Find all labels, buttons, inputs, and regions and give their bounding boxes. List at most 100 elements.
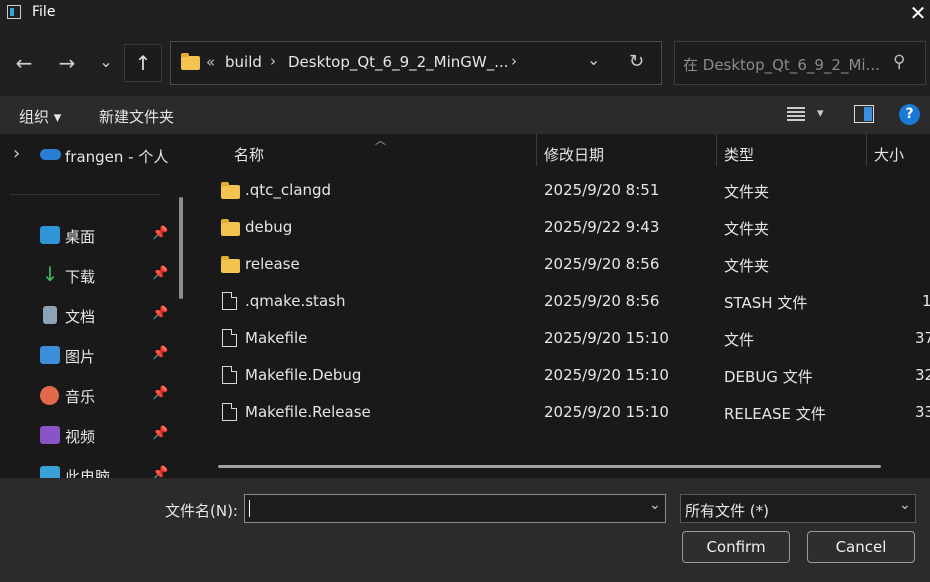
breadcrumb-overflow[interactable]: «: [206, 53, 215, 71]
column-separator[interactable]: [716, 134, 717, 166]
file-type: RELEASE 文件: [724, 405, 826, 423]
recent-locations-icon[interactable]: ⌄: [92, 48, 120, 76]
column-separator[interactable]: [536, 134, 537, 166]
sidebar-item-downloads[interactable]: ↓ 下载 📌: [40, 264, 180, 286]
desktop-icon: [40, 226, 60, 244]
video-icon: [40, 426, 60, 444]
file-name: .qmake.stash: [245, 292, 346, 310]
filename-input[interactable]: [244, 494, 666, 523]
pin-icon[interactable]: 📌: [152, 306, 168, 321]
column-header-name[interactable]: 名称: [234, 144, 264, 165]
file-type: STASH 文件: [724, 294, 808, 312]
sort-ascending-icon: ︿: [375, 134, 386, 147]
sidebar-item-desktop[interactable]: 桌面 📌: [40, 224, 180, 246]
back-icon[interactable]: ←: [10, 49, 38, 77]
sidebar-scrollbar[interactable]: [179, 197, 183, 299]
onedrive-cloud-icon: [40, 149, 61, 160]
computer-icon: [40, 466, 60, 478]
horizontal-scrollbar[interactable]: [218, 465, 881, 468]
expand-chevron-icon[interactable]: ›: [13, 143, 20, 164]
file-size: 37: [915, 329, 930, 347]
breadcrumb-separator-end[interactable]: ›: [511, 52, 517, 70]
breadcrumb-current[interactable]: Desktop_Qt_6_9_2_MinGW_...: [288, 53, 509, 71]
file-icon: [222, 329, 237, 347]
pin-icon[interactable]: 📌: [152, 466, 168, 478]
folder-icon: [181, 53, 200, 70]
file-modified: 2025/9/20 15:10: [544, 403, 669, 421]
view-menu-dropdown-icon[interactable]: ▾: [817, 106, 824, 121]
music-icon: [40, 386, 59, 405]
file-row[interactable]: Makefile 2025/9/20 15:10 文件 37: [195, 320, 930, 357]
sidebar-item-onedrive[interactable]: frangen - 个人: [65, 146, 168, 167]
help-icon[interactable]: ?: [899, 104, 920, 125]
folder-icon: [221, 219, 240, 236]
column-header-type[interactable]: 类型: [724, 144, 754, 165]
file-name: Makefile: [245, 329, 308, 347]
file-type: 文件: [724, 331, 755, 349]
folder-icon: [221, 256, 240, 273]
sidebar-item-label: 音乐: [65, 388, 96, 406]
file-row[interactable]: Makefile.Debug 2025/9/20 15:10 DEBUG 文件 …: [195, 357, 930, 394]
refresh-icon[interactable]: ↻: [629, 51, 644, 72]
sidebar-item-videos[interactable]: 视频 📌: [40, 424, 180, 446]
file-row[interactable]: .qmake.stash 2025/9/20 8:56 STASH 文件 1: [195, 283, 930, 320]
pictures-icon: [40, 346, 60, 364]
sidebar-item-pictures[interactable]: 图片 📌: [40, 344, 180, 366]
file-type-dropdown-icon[interactable]: ⌄: [899, 497, 911, 513]
window-title: File: [32, 4, 56, 20]
document-icon: [43, 306, 57, 324]
organize-menu[interactable]: 组织 ▾: [19, 106, 61, 127]
file-modified: 2025/9/20 8:56: [544, 292, 660, 310]
preview-pane-icon[interactable]: [854, 105, 874, 123]
sidebar-item-music[interactable]: 音乐 📌: [40, 384, 180, 406]
file-name: .qtc_clangd: [245, 181, 332, 199]
file-row[interactable]: debug 2025/9/22 9:43 文件夹: [195, 209, 930, 246]
file-name: debug: [245, 218, 293, 236]
breadcrumb-build[interactable]: build: [225, 53, 262, 71]
sidebar-item-label: 视频: [65, 428, 96, 446]
sidebar-item-documents[interactable]: 文档 📌: [40, 304, 180, 326]
file-type: 文件夹: [724, 257, 770, 275]
column-header-modified[interactable]: 修改日期: [544, 144, 604, 165]
close-icon[interactable]: ✕: [906, 1, 930, 25]
column-separator[interactable]: [866, 134, 867, 166]
breadcrumb-separator[interactable]: ›: [270, 52, 276, 70]
file-name: Makefile.Debug: [245, 366, 362, 384]
file-row[interactable]: .qtc_clangd 2025/9/20 8:51 文件夹: [195, 172, 930, 209]
pin-icon[interactable]: 📌: [152, 226, 168, 241]
sidebar-item-label: 图片: [65, 348, 96, 366]
file-type-value: 所有文件 (*): [685, 502, 769, 520]
sidebar-item-this-pc[interactable]: 此电脑 📌: [40, 464, 180, 478]
view-mode-icon[interactable]: [787, 107, 805, 122]
address-dropdown-icon[interactable]: ⌄: [587, 50, 600, 69]
text-cursor: [249, 500, 250, 517]
app-icon: [7, 5, 21, 19]
sidebar-item-label: 下载: [65, 268, 96, 286]
confirm-button[interactable]: Confirm: [682, 531, 790, 563]
pin-icon[interactable]: 📌: [152, 386, 168, 401]
new-folder-button[interactable]: 新建文件夹: [99, 106, 174, 127]
file-name: Makefile.Release: [245, 403, 371, 421]
column-header-size[interactable]: 大小: [874, 144, 904, 165]
file-name: release: [245, 255, 300, 273]
filename-dropdown-icon[interactable]: ⌄: [649, 497, 661, 513]
sidebar-item-label: 文档: [65, 308, 96, 326]
file-row[interactable]: release 2025/9/20 8:56 文件夹: [195, 246, 930, 283]
pin-icon[interactable]: 📌: [152, 266, 168, 281]
pin-icon[interactable]: 📌: [152, 426, 168, 441]
folder-icon: [221, 182, 240, 199]
forward-icon[interactable]: →: [53, 49, 81, 77]
file-type-select[interactable]: 所有文件 (*): [680, 494, 916, 523]
filename-label: 文件名(N):: [165, 502, 238, 520]
file-modified: 2025/9/20 15:10: [544, 329, 669, 347]
file-modified: 2025/9/20 8:51: [544, 181, 660, 199]
sidebar-item-label: 桌面: [65, 228, 96, 246]
file-row[interactable]: Makefile.Release 2025/9/20 15:10 RELEASE…: [195, 394, 930, 431]
search-icon[interactable]: ⚲: [893, 52, 905, 72]
download-icon: ↓: [41, 262, 59, 286]
cancel-button[interactable]: Cancel: [807, 531, 915, 563]
sidebar-divider: [10, 194, 160, 195]
file-icon: [222, 403, 237, 421]
pin-icon[interactable]: 📌: [152, 346, 168, 361]
search-input[interactable]: 在 Desktop_Qt_6_9_2_Mi...: [683, 54, 880, 75]
